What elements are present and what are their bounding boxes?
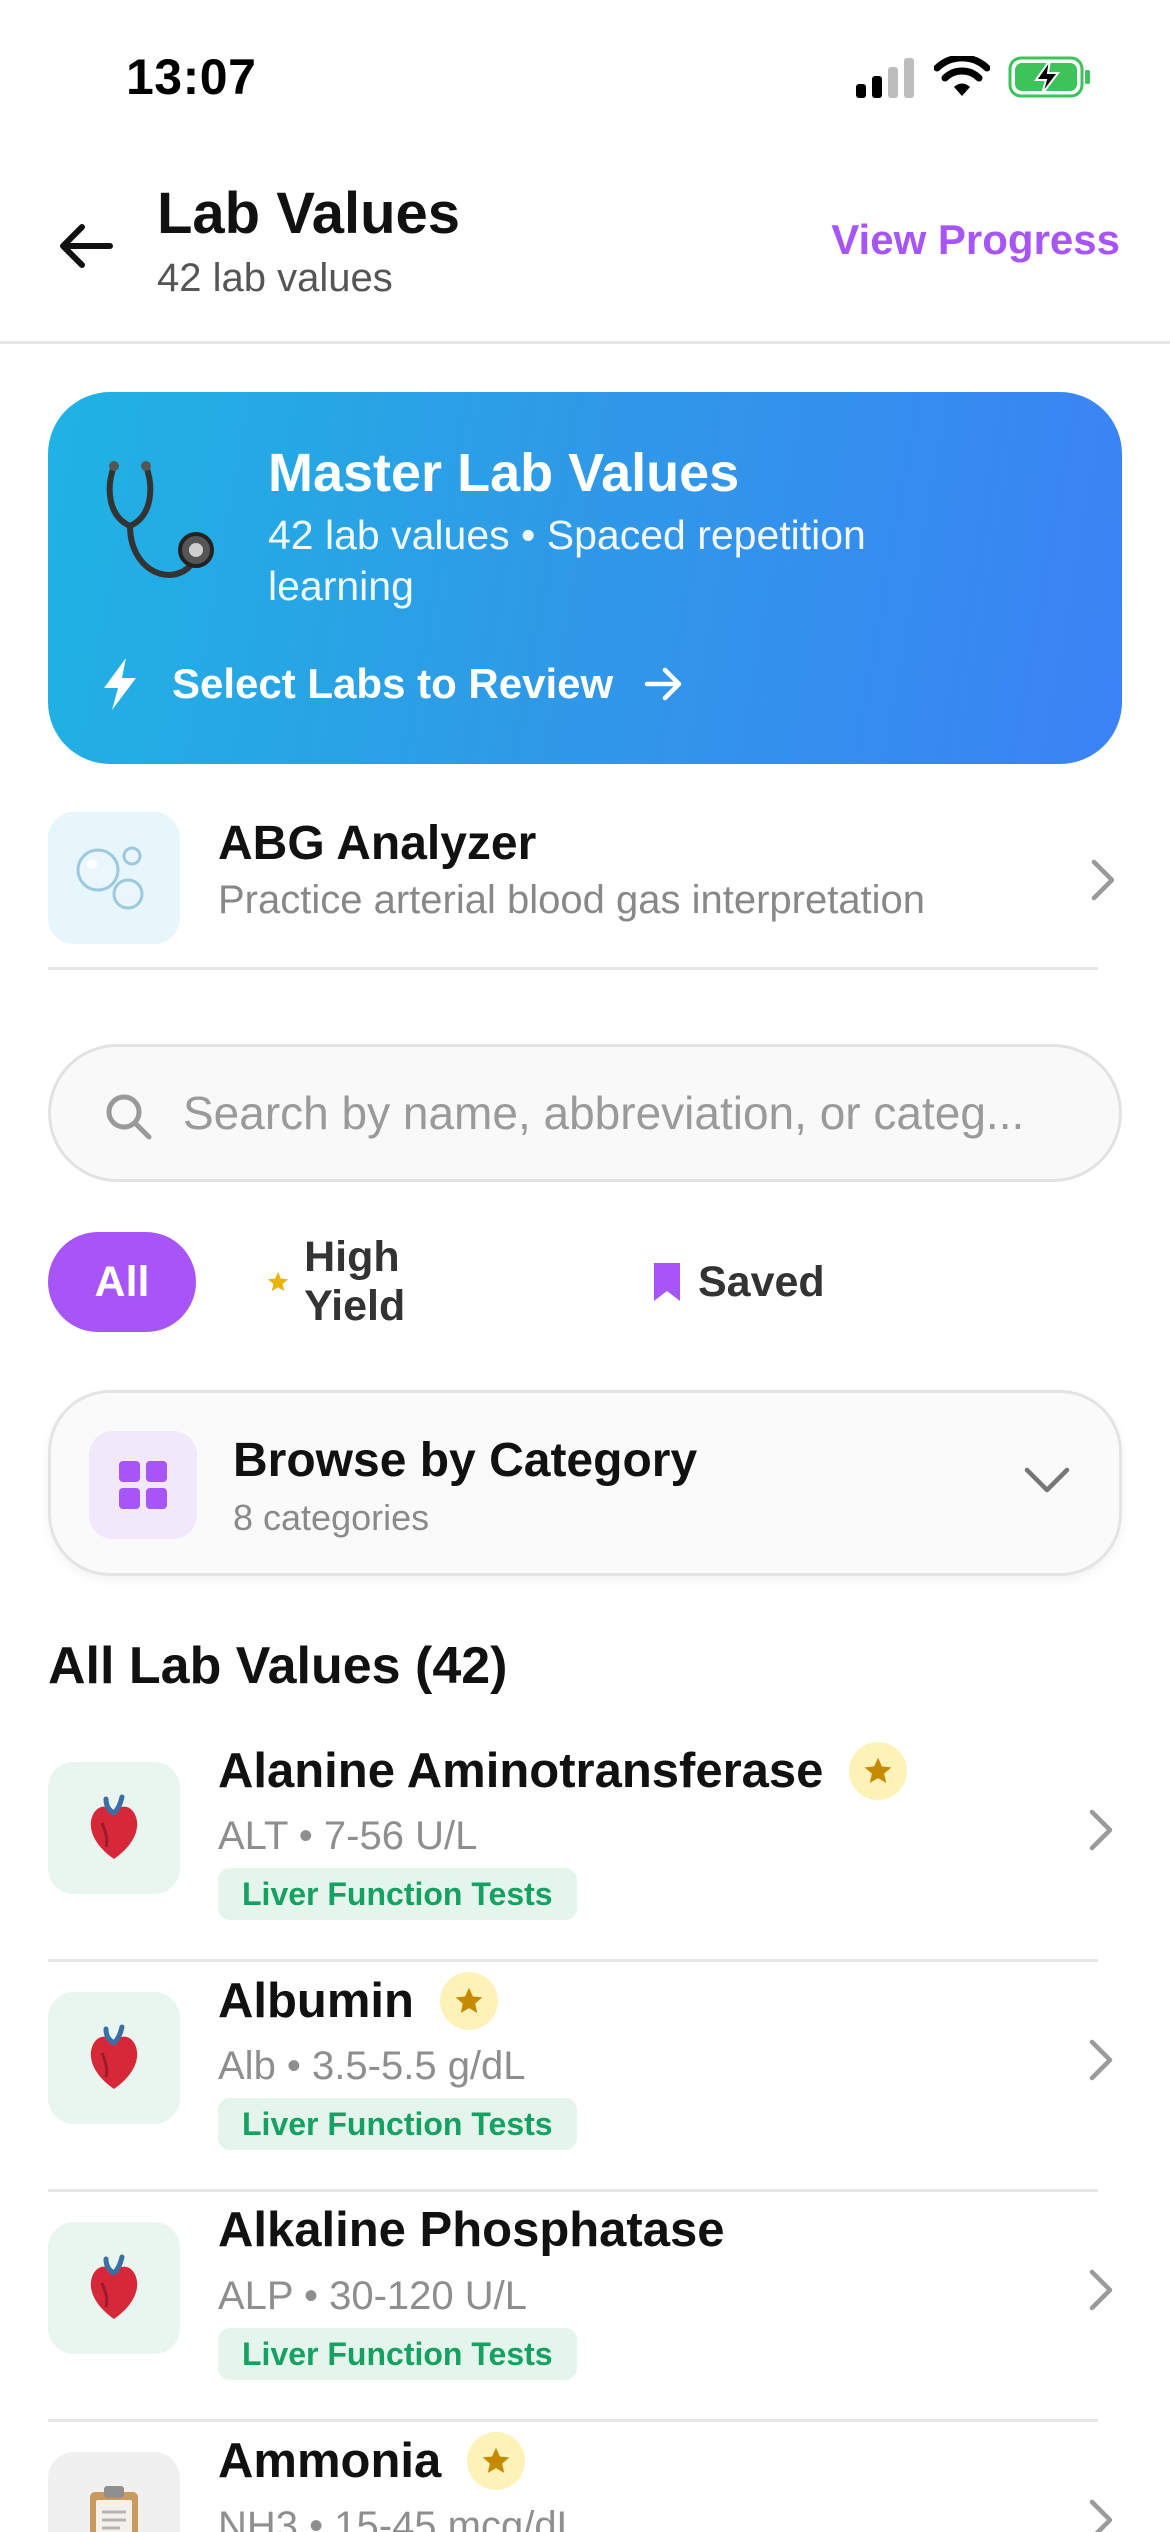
filter-high-yield-label: High Yield <box>304 1233 406 1330</box>
chevron-right-icon <box>1089 2039 1113 2081</box>
lightning-icon <box>104 658 136 710</box>
filter-all-label: All <box>94 1257 150 1306</box>
lab-name-text: Albumin <box>218 1974 414 2028</box>
lab-category-tag: Liver Function Tests <box>218 2328 577 2380</box>
bubbles-icon <box>76 846 144 910</box>
header: Lab Values 42 lab values View Progress <box>0 150 1170 344</box>
high-yield-badge <box>849 1742 908 1800</box>
chevron-right-icon <box>1091 859 1115 901</box>
lab-name-text: Alanine Aminotransferase <box>218 1744 824 1798</box>
heart-icon <box>90 2024 138 2089</box>
lab-name: Ammonia <box>218 2432 526 2490</box>
star-icon <box>455 1987 483 2013</box>
wifi-icon <box>934 56 990 96</box>
abg-analyzer-row[interactable]: ABG Analyzer Practice arterial blood gas… <box>48 812 1115 970</box>
category-icon-tile <box>89 1431 197 1539</box>
page-title: Lab Values <box>157 181 461 246</box>
arrow-left-icon <box>60 224 113 268</box>
lab-icon-tile <box>48 2452 180 2532</box>
lab-category-tag: Liver Function Tests <box>218 2098 577 2150</box>
status-time: 13:07 <box>126 49 257 105</box>
lab-item-alp[interactable]: Alkaline Phosphatase ALP • 30-120 U/L Li… <box>48 2192 1113 2422</box>
filter-saved-pill[interactable]: Saved <box>650 1232 825 1332</box>
chevron-right-icon <box>1089 1809 1113 1851</box>
status-bar: 13:07 <box>0 0 1170 150</box>
category-subtitle: 8 categories <box>233 1497 430 1538</box>
lab-item-ammonia[interactable]: Ammonia NH3 • 15-45 mcg/dL <box>48 2422 1113 2532</box>
view-progress-link[interactable]: View Progress <box>831 216 1120 264</box>
chevron-right-icon <box>1089 2269 1113 2311</box>
high-yield-badge <box>467 2432 526 2490</box>
clipboard-icon <box>90 2486 138 2532</box>
abg-title: ABG Analyzer <box>218 817 537 870</box>
lab-meta: ALT • 7-56 U/L <box>218 1814 478 1858</box>
lab-name-text: Alkaline Phosphatase <box>218 2203 725 2257</box>
high-yield-badge <box>439 1972 498 2030</box>
abg-description: Practice arterial blood gas interpretati… <box>218 878 926 922</box>
hero-description: 42 lab values • Spaced repetition learni… <box>268 512 866 609</box>
lab-icon-tile <box>48 1762 180 1894</box>
battery-charging-icon <box>1008 56 1090 98</box>
star-icon <box>268 1271 289 1292</box>
chevron-down-icon <box>1024 1467 1070 1493</box>
select-labs-button[interactable]: Select Labs to Review <box>100 654 685 714</box>
back-button[interactable] <box>50 210 122 282</box>
star-icon <box>865 1757 892 1783</box>
lab-item-alt[interactable]: Alanine Aminotransferase ALT • 7-56 U/L … <box>48 1732 1113 1962</box>
page-subtitle: 42 lab values <box>157 256 393 300</box>
star-icon <box>482 2447 510 2473</box>
hero-title: Master Lab Values <box>268 443 740 503</box>
lab-name: Alanine Aminotransferase <box>218 1742 908 1800</box>
search-bar[interactable] <box>48 1044 1122 1182</box>
abg-icon-tile <box>48 812 180 944</box>
filter-all-pill[interactable]: All <box>48 1232 196 1332</box>
search-input[interactable] <box>183 1047 1103 1179</box>
chevron-right-icon <box>1089 2499 1113 2532</box>
browse-category-dropdown[interactable]: Browse by Category 8 categories <box>48 1390 1122 1576</box>
cellular-signal-icon <box>856 58 914 98</box>
heart-icon <box>90 1794 138 1859</box>
lab-name: Albumin <box>218 1972 498 2030</box>
lab-item-albumin[interactable]: Albumin Alb • 3.5-5.5 g/dL Liver Functio… <box>48 1962 1113 2192</box>
lab-icon-tile <box>48 1992 180 2124</box>
arrow-right-icon <box>644 667 682 701</box>
lab-icon-tile <box>48 2222 180 2354</box>
lab-name-text: Ammonia <box>218 2434 442 2488</box>
select-labs-label: Select Labs to Review <box>172 660 614 707</box>
filter-saved-label: Saved <box>698 1257 825 1306</box>
lab-meta: ALP • 30-120 U/L <box>218 2274 528 2318</box>
lab-meta: Alb • 3.5-5.5 g/dL <box>218 2044 526 2088</box>
category-title: Browse by Category <box>233 1434 698 1487</box>
master-lab-values-card[interactable]: Master Lab Values 42 lab values • Spaced… <box>48 392 1122 764</box>
search-icon <box>106 1094 152 1140</box>
heart-icon <box>90 2254 138 2319</box>
lab-meta: NH3 • 15-45 mcg/dL <box>218 2504 579 2532</box>
filter-high-yield-pill[interactable]: High Yield <box>266 1232 423 1332</box>
section-title: All Lab Values (42) <box>48 1637 508 1695</box>
bookmark-icon <box>654 1263 680 1301</box>
lab-category-tag: Liver Function Tests <box>218 1868 577 1920</box>
lab-name: Alkaline Phosphatase <box>218 2202 725 2258</box>
grid-icon <box>119 1461 167 1509</box>
stethoscope-icon <box>106 461 214 578</box>
